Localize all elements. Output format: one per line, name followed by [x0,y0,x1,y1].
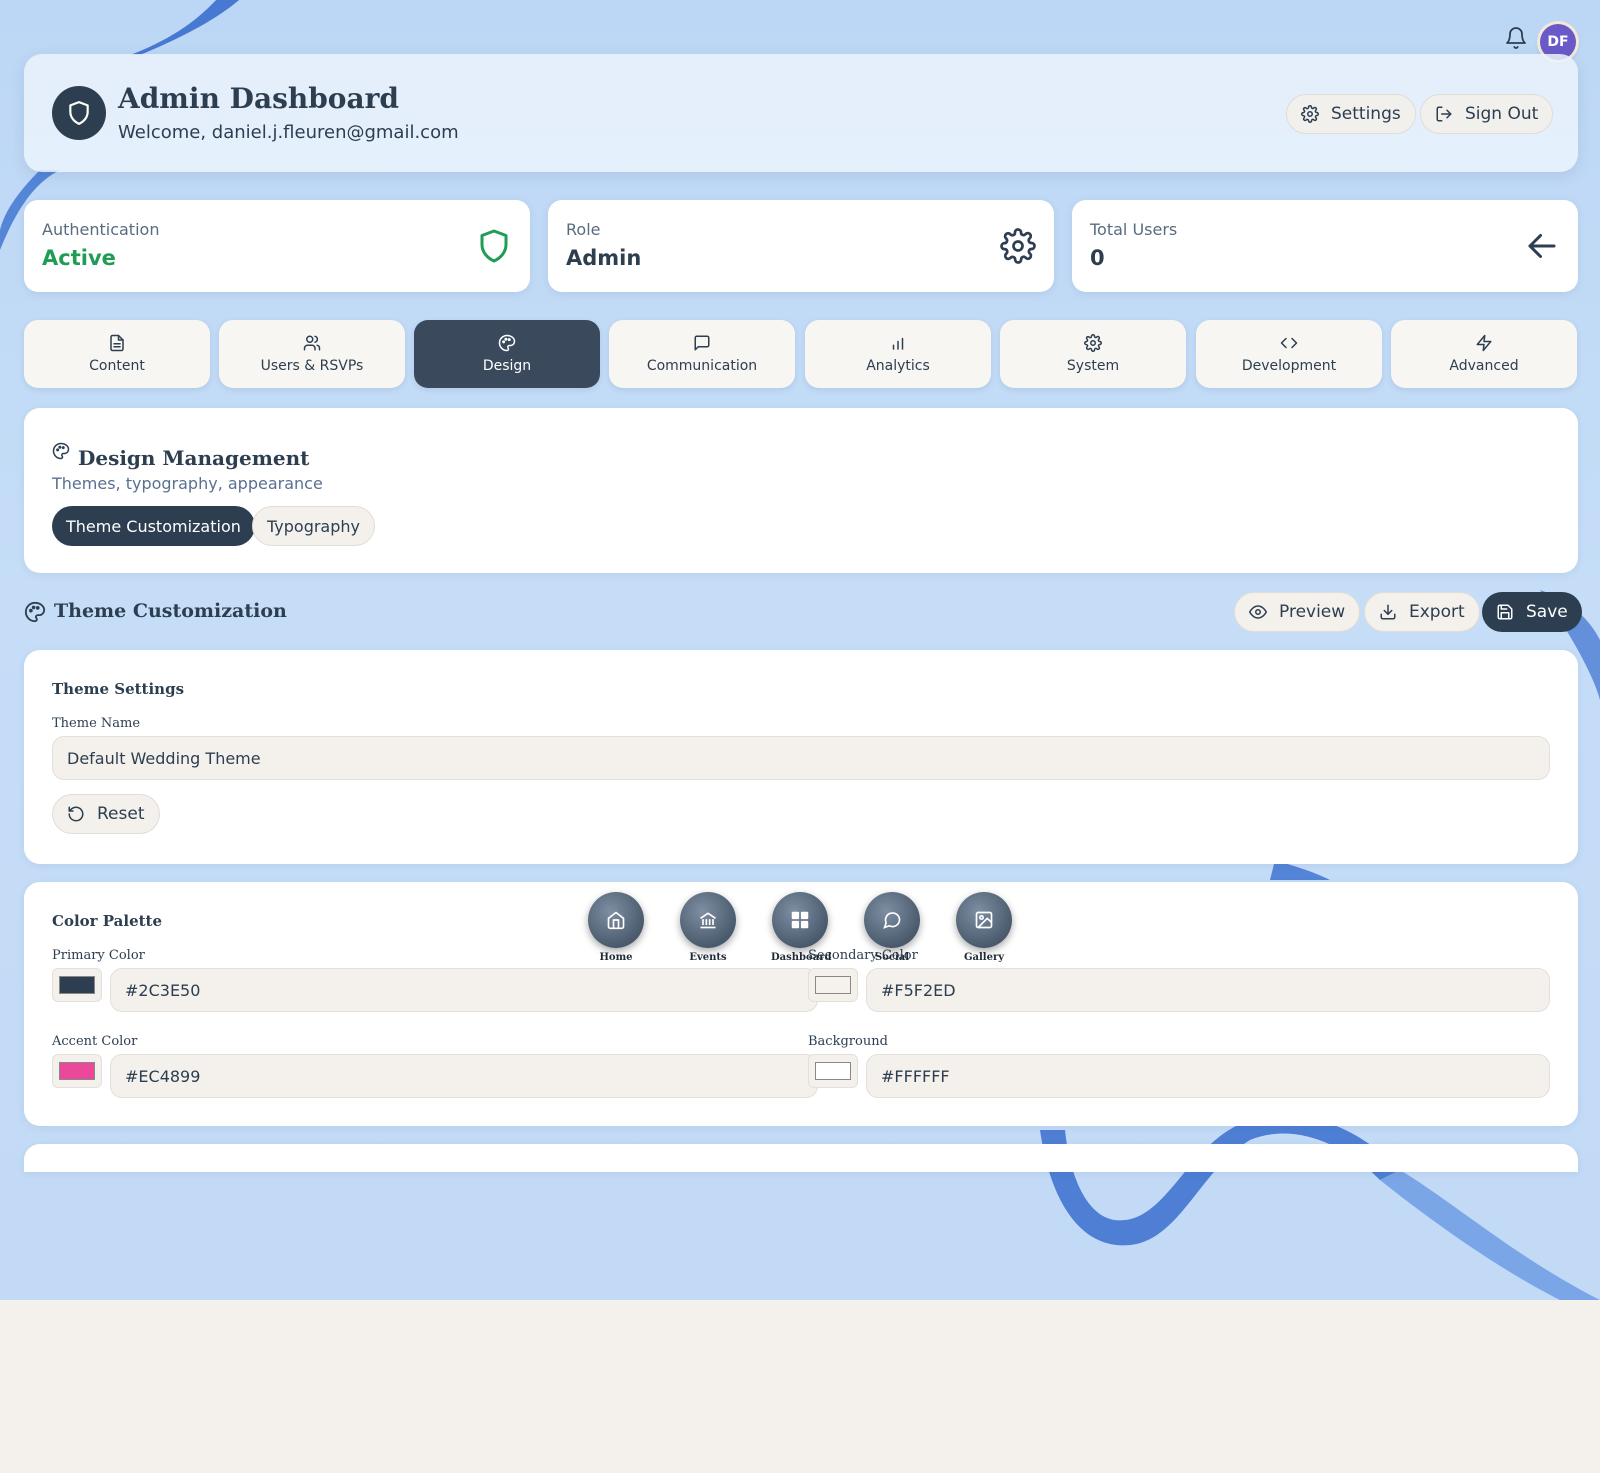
stat-card-role: Role Admin [548,200,1054,292]
accent-color-input[interactable]: #EC4899 [110,1054,818,1098]
shield-icon [52,86,106,140]
bank-icon [700,912,716,929]
field-label: Theme Name [52,716,141,731]
tab-label: Advanced [1449,358,1519,374]
floating-nav-home[interactable]: Home [587,892,645,963]
welcome-text: Welcome, daniel.j.fleuren@gmail.com [118,122,459,143]
export-label: Export [1409,602,1465,622]
floating-nav-label: Events [689,952,727,963]
tab-label: Communication [646,358,758,374]
sign-out-button[interactable]: Sign Out [1420,94,1554,134]
secondary-color-input[interactable]: #F5F2ED [866,968,1550,1012]
gear-icon [1084,334,1102,352]
gear-icon [1000,228,1036,264]
floating-nav-events[interactable]: Events [679,892,737,963]
stat-label: Role [566,220,601,239]
card-title: Color Palette [52,912,163,930]
tab-analytics[interactable]: Analytics [805,320,991,388]
users-icon [303,335,321,351]
shield-icon [476,228,512,264]
card-title: Theme Settings [52,680,185,698]
sign-out-icon [1436,106,1452,122]
floating-nav-label: Social [874,952,910,963]
save-icon [1497,604,1513,620]
stat-value: Active [42,246,116,270]
floating-nav-label: Dashboard [771,952,832,963]
tab-label: Development [1241,358,1337,374]
subtab-theme-customization[interactable]: Theme Customization [52,506,255,546]
primary-color-input[interactable]: #2C3E50 [110,968,818,1012]
tab-label: Design [482,358,532,374]
chat-icon [694,335,710,351]
header-card: Admin Dashboard Welcome, daniel.j.fleure… [24,54,1578,172]
next-card-partial [24,1144,1578,1172]
section-subtitle: Themes, typography, appearance [52,474,323,493]
image-icon [975,911,993,929]
field-label: Primary Color [52,948,145,963]
code-icon [1280,337,1298,349]
tab-label: Analytics [866,358,930,374]
save-label: Save [1526,602,1568,622]
palette-icon [498,334,516,352]
stat-label: Authentication [42,220,160,239]
tab-advanced[interactable]: Advanced [1391,320,1577,388]
settings-button[interactable]: Settings [1286,94,1416,134]
floating-nav-gallery[interactable]: Gallery [955,892,1013,963]
notification-bell-icon[interactable] [1504,26,1528,50]
save-button[interactable]: Save [1482,592,1582,632]
tab-communication[interactable]: Communication [609,320,795,388]
theme-settings-card: Theme Settings Theme Name Default Weddin… [24,650,1578,864]
reset-icon [68,806,84,822]
tab-content[interactable]: Content [24,320,210,388]
background-color-picker[interactable] [808,1054,858,1088]
field-label: Background [808,1034,888,1049]
stat-card-total-users: Total Users 0 [1072,200,1578,292]
design-management-card: Design Management Themes, typography, ap… [24,408,1578,573]
reset-button[interactable]: Reset [52,794,160,834]
export-button[interactable]: Export [1364,592,1480,632]
palette-icon [24,601,46,623]
tab-system[interactable]: System [1000,320,1186,388]
sign-out-label: Sign Out [1465,104,1539,124]
stat-card-authentication: Authentication Active [24,200,530,292]
floating-nav-label: Home [599,952,633,963]
eye-icon [1249,605,1267,619]
document-icon [110,334,124,352]
tab-label: Users & RSVPs [260,358,364,374]
settings-label: Settings [1331,104,1401,124]
chat-icon [883,912,901,929]
reset-label: Reset [97,804,145,824]
floating-nav-social[interactable]: Social [863,892,921,963]
section-title: Design Management [78,446,310,470]
accent-color-picker[interactable] [52,1054,102,1088]
download-icon [1380,604,1396,620]
secondary-color-picker[interactable] [808,968,858,1002]
tab-label: Content [89,358,145,374]
page-title: Admin Dashboard [118,82,399,115]
stat-value: 0 [1090,246,1105,270]
palette-icon [52,442,72,462]
background-color-input[interactable]: #FFFFFF [866,1054,1550,1098]
lightning-icon [1476,334,1492,352]
stat-value: Admin [566,246,642,270]
field-label: Accent Color [52,1034,138,1049]
bar-chart-icon [892,337,904,350]
floating-nav-label: Gallery [963,952,1005,963]
stat-label: Total Users [1090,220,1178,239]
grid-icon [791,911,809,929]
floating-nav-dashboard[interactable]: Dashboard [771,892,832,963]
theme-name-input[interactable]: Default Wedding Theme [52,736,1550,780]
gear-icon [1301,105,1319,123]
preview-label: Preview [1279,602,1346,622]
tab-development[interactable]: Development [1196,320,1382,388]
primary-color-picker[interactable] [52,968,102,1002]
home-icon [607,911,625,930]
arrow-left-icon [1524,228,1560,264]
preview-button[interactable]: Preview [1234,592,1361,632]
tab-users-rsvps[interactable]: Users & RSVPs [219,320,405,388]
tab-label: System [1066,358,1120,374]
theme-customization-title: Theme Customization [54,600,287,622]
tab-design[interactable]: Design [414,320,600,388]
subtab-typography[interactable]: Typography [252,506,375,546]
